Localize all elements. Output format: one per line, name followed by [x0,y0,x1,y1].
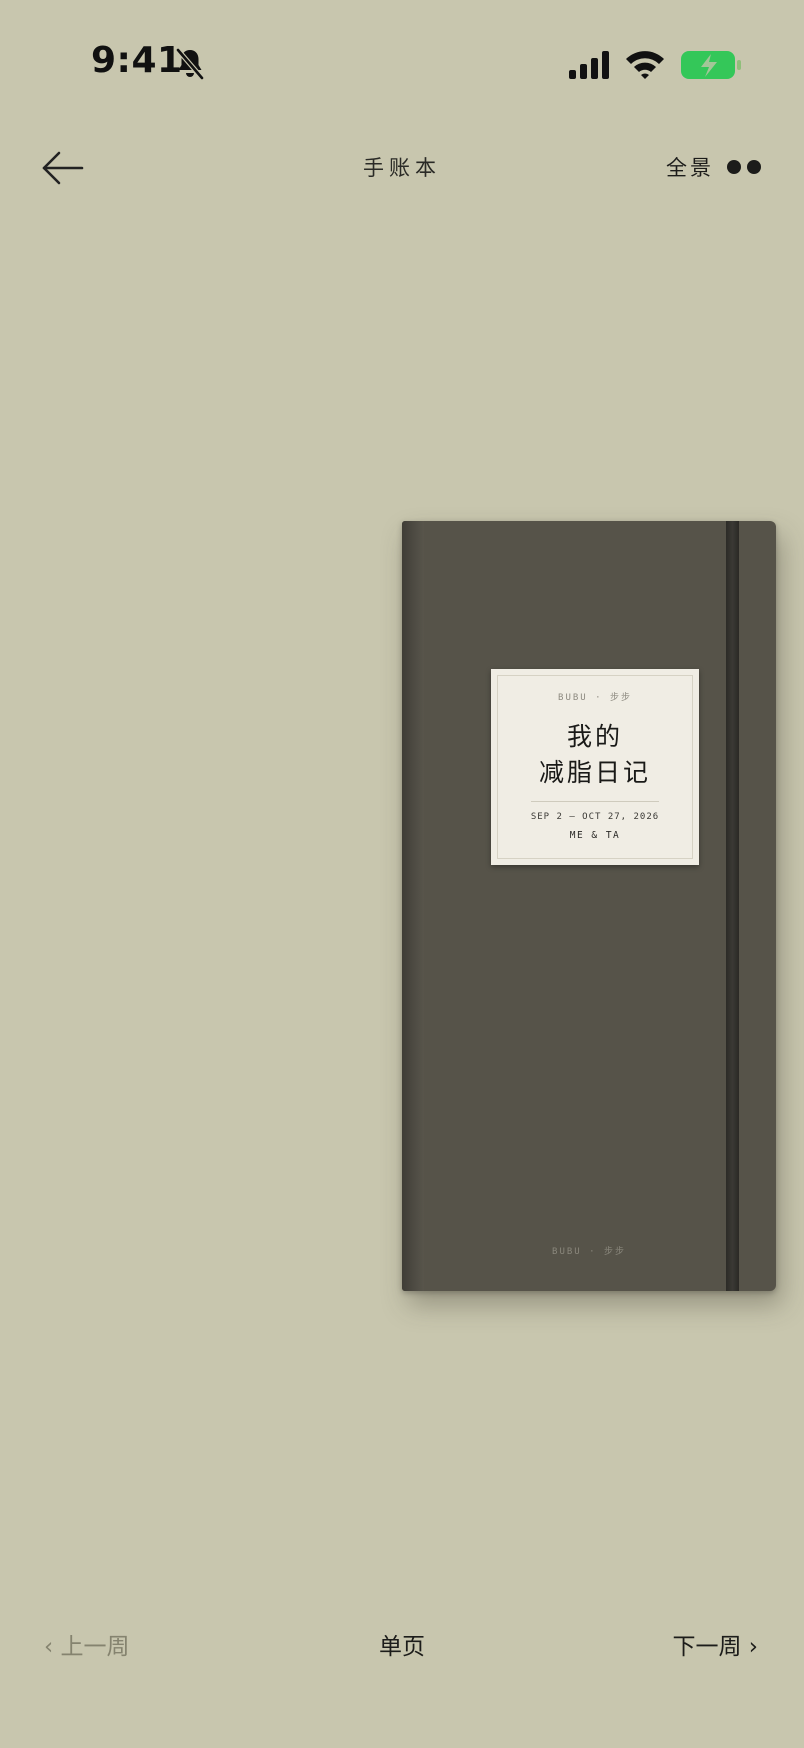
wifi-icon [626,51,664,79]
cover-label: BUBU · 步步 我的 减脂日记 SEP 2 — OCT 27, 2026 M… [491,669,699,865]
label-brand: BUBU · 步步 [558,693,632,703]
notebook-title-line1: 我的 [566,722,623,751]
cellular-signal-icon [569,51,609,79]
label-divider [531,801,659,802]
next-week-button[interactable]: 下一周 › [672,1627,758,1661]
more-options-button[interactable] [725,158,773,178]
cover-footer-brand: BUBU · 步步 [552,1247,626,1257]
notebook-title: 我的 减脂日记 [491,719,699,791]
prev-week-button[interactable]: ‹ 上一周 [44,1627,130,1661]
two-dots-icon [727,160,741,174]
two-dots-icon [747,160,761,174]
bell-slash-icon [176,48,204,80]
label-people: ME & TA [569,830,621,841]
single-page-button[interactable]: 单页 [379,1634,425,1660]
status-time: 9:41 [91,40,183,81]
notebook-cover[interactable]: BUBU · 步步 我的 减脂日记 SEP 2 — OCT 27, 2026 M… [402,521,776,1291]
overview-button[interactable]: 全景 [666,152,714,182]
battery-charging-icon [681,51,741,79]
app-screen: 9:41 手账本 全景 BUBU · 步步 我的 减脂日记 SEP 2 — OC… [0,0,804,1748]
elastic-band [726,521,739,1291]
notebook-spine [402,521,424,1291]
date-range: SEP 2 — OCT 27, 2026 [530,812,660,822]
notebook-title-line2: 减脂日记 [538,758,651,787]
